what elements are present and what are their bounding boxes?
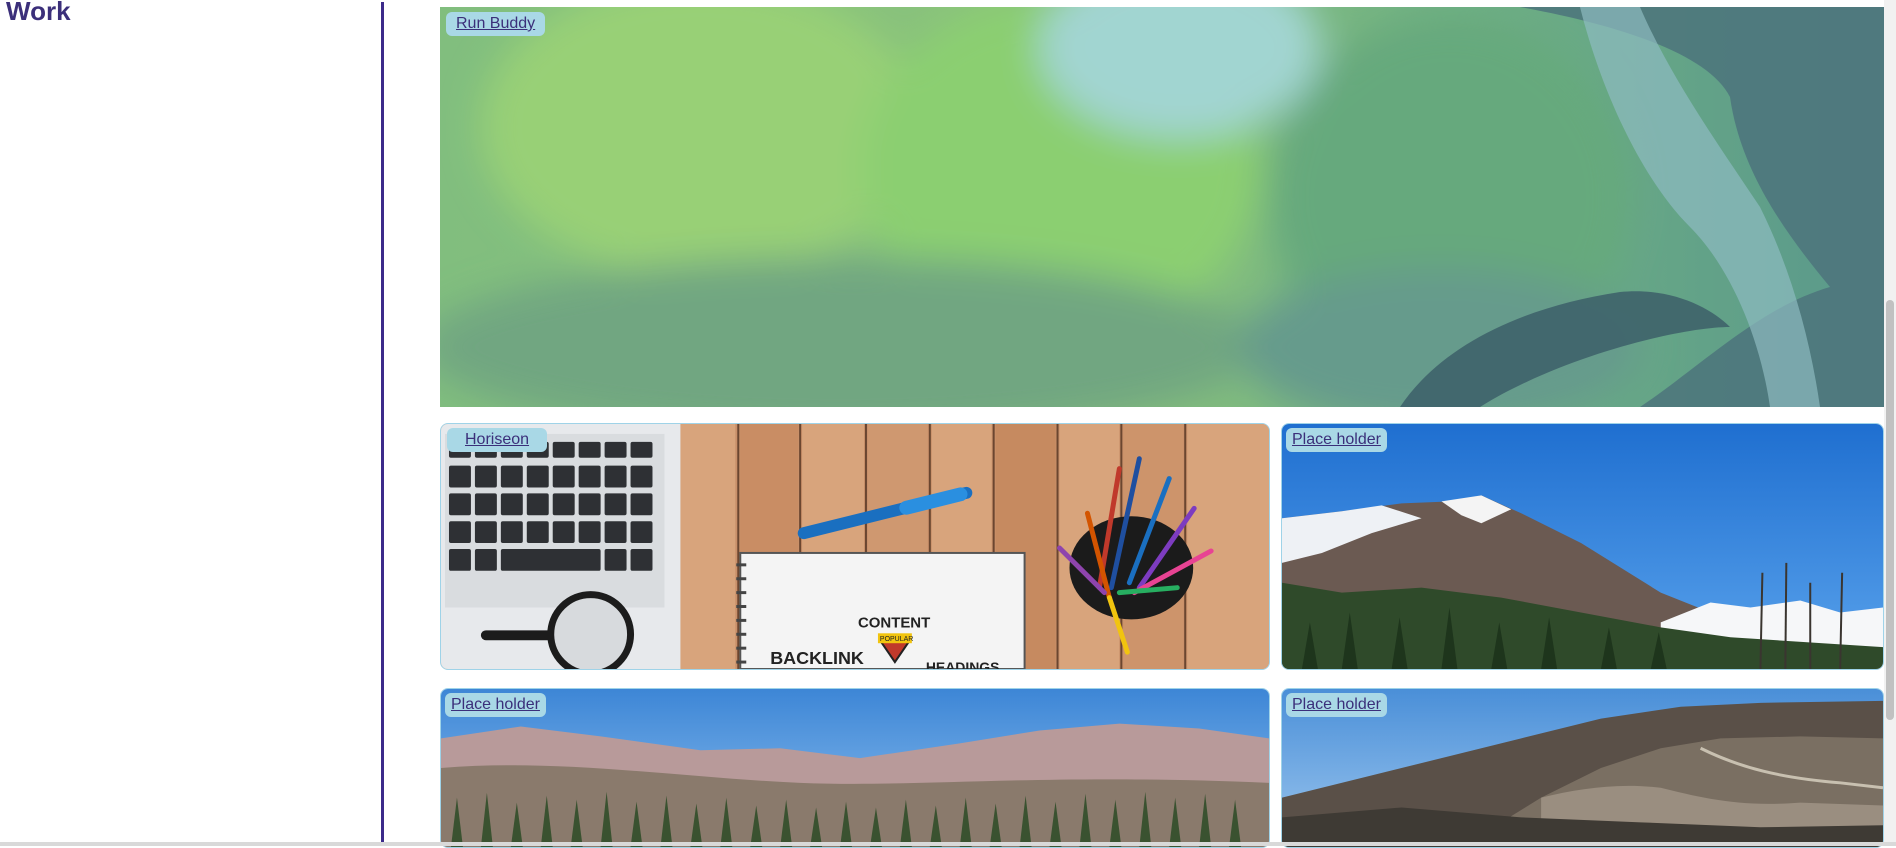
placeholder-image-mountain — [1282, 424, 1883, 669]
horiseon-image: CONTENT POPULAR BACKLINK HEADINGS — [441, 424, 1269, 669]
scrollbar-thumb[interactable] — [1886, 300, 1894, 720]
project-card-horiseon[interactable]: CONTENT POPULAR BACKLINK HEADINGS Horise… — [440, 423, 1270, 670]
project-link-placeholder-1[interactable]: Place holder — [1286, 428, 1387, 452]
project-card-placeholder-2[interactable]: Place holder — [440, 688, 1270, 848]
vertical-divider — [381, 2, 384, 846]
horiseon-image-text-backlink: BACKLINK — [770, 648, 864, 668]
project-link-placeholder-3[interactable]: Place holder — [1286, 693, 1387, 717]
horiseon-image-text-popular: POPULAR — [880, 636, 913, 643]
project-link-horiseon[interactable]: Horiseon — [447, 428, 548, 452]
project-card-placeholder-3[interactable]: Place holder — [1281, 688, 1884, 848]
project-link-placeholder-2[interactable]: Place holder — [445, 693, 546, 717]
project-link-run-buddy[interactable]: Run Buddy — [446, 12, 546, 36]
project-card-run-buddy[interactable]: Run Buddy — [440, 7, 1884, 407]
vertical-scrollbar[interactable] — [1884, 0, 1896, 846]
horiseon-image-text-content: CONTENT — [858, 614, 930, 631]
horiseon-image-text-headings: HEADINGS — [926, 659, 1000, 669]
placeholder-image-hills — [441, 689, 1269, 847]
section-title: Work — [6, 0, 71, 26]
bottom-edge — [0, 842, 1896, 846]
run-buddy-image — [440, 7, 1884, 407]
project-card-placeholder-1[interactable]: Place holder — [1281, 423, 1884, 670]
